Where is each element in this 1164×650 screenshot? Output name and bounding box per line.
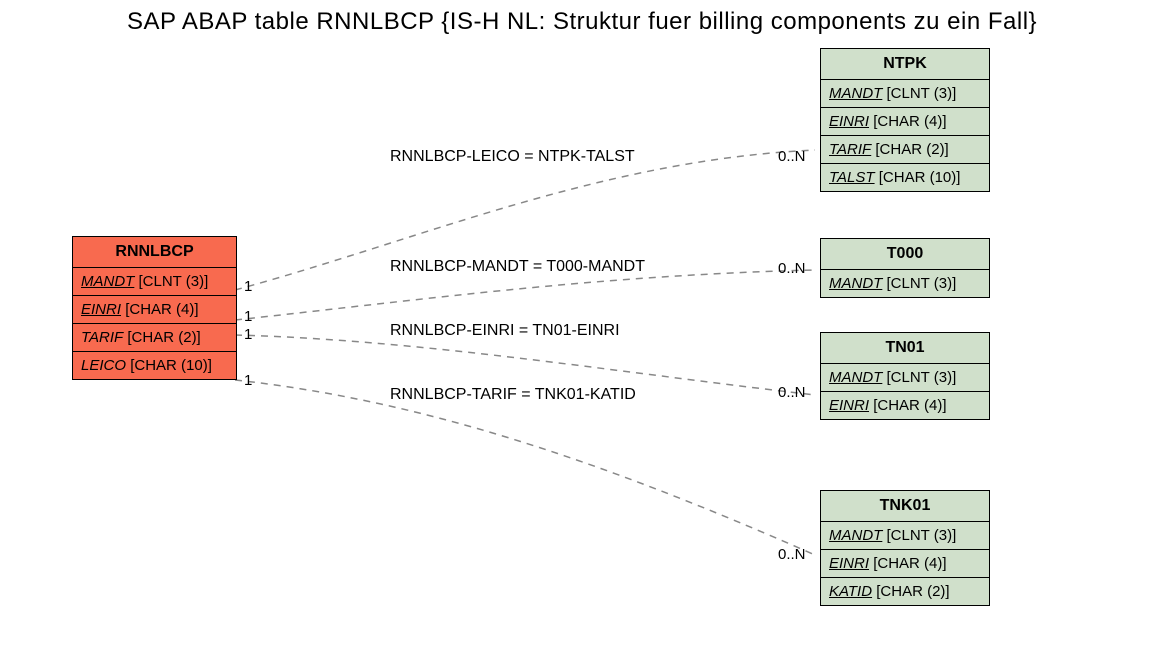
table-row: EINRI [CHAR (4)]: [821, 550, 989, 578]
entity-ntpk: NTPK MANDT [CLNT (3)] EINRI [CHAR (4)] T…: [820, 48, 990, 192]
entity-t000-header: T000: [821, 239, 989, 270]
table-row: TARIF [CHAR (2)]: [73, 324, 236, 352]
entity-tn01: TN01 MANDT [CLNT (3)] EINRI [CHAR (4)]: [820, 332, 990, 420]
entity-t000: T000 MANDT [CLNT (3)]: [820, 238, 990, 298]
relation-label: RNNLBCP-LEICO = NTPK-TALST: [390, 148, 635, 166]
entity-tn01-header: TN01: [821, 333, 989, 364]
table-row: EINRI [CHAR (4)]: [821, 392, 989, 419]
relation-label: RNNLBCP-EINRI = TN01-EINRI: [390, 322, 620, 340]
relation-label: RNNLBCP-MANDT = T000-MANDT: [390, 258, 645, 276]
cardinality: 1: [244, 326, 252, 343]
table-row: TALST [CHAR (10)]: [821, 164, 989, 191]
table-row: MANDT [CLNT (3)]: [821, 522, 989, 550]
cardinality: 1: [244, 372, 252, 389]
table-row: MANDT [CLNT (3)]: [821, 270, 989, 297]
table-row: MANDT [CLNT (3)]: [821, 80, 989, 108]
entity-ntpk-header: NTPK: [821, 49, 989, 80]
entity-tnk01: TNK01 MANDT [CLNT (3)] EINRI [CHAR (4)] …: [820, 490, 990, 606]
relation-label: RNNLBCP-TARIF = TNK01-KATID: [390, 386, 636, 404]
cardinality: 1: [244, 308, 252, 325]
entity-tnk01-header: TNK01: [821, 491, 989, 522]
table-row: LEICO [CHAR (10)]: [73, 352, 236, 379]
table-row: TARIF [CHAR (2)]: [821, 136, 989, 164]
table-row: MANDT [CLNT (3)]: [73, 268, 236, 296]
cardinality: 1: [244, 278, 252, 295]
table-row: KATID [CHAR (2)]: [821, 578, 989, 605]
table-row: MANDT [CLNT (3)]: [821, 364, 989, 392]
cardinality: 0..N: [778, 148, 806, 165]
cardinality: 0..N: [778, 384, 806, 401]
entity-rnnlbcp: RNNLBCP MANDT [CLNT (3)] EINRI [CHAR (4)…: [72, 236, 237, 380]
table-row: EINRI [CHAR (4)]: [821, 108, 989, 136]
entity-rnnlbcp-header: RNNLBCP: [73, 237, 236, 268]
table-row: EINRI [CHAR (4)]: [73, 296, 236, 324]
page-title: SAP ABAP table RNNLBCP {IS-H NL: Struktu…: [0, 8, 1164, 36]
cardinality: 0..N: [778, 260, 806, 277]
cardinality: 0..N: [778, 546, 806, 563]
